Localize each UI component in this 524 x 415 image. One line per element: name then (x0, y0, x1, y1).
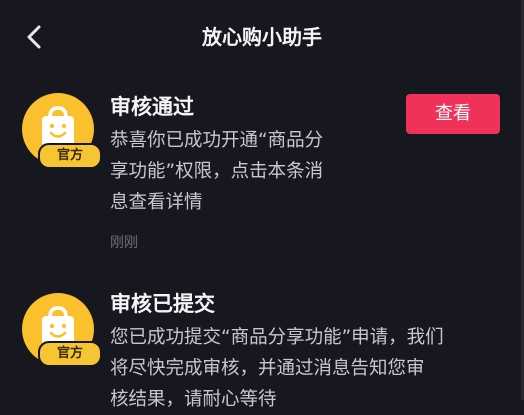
message-title: 审核已提交 (110, 292, 215, 316)
top-bar: 放心购小助手 (0, 0, 524, 76)
message-time: 刚刚 (110, 235, 138, 251)
official-badge: 官方 (38, 341, 102, 367)
message-body-line: 将尽快完成审核，并通过消息告知您审 (110, 358, 425, 379)
message-body-line: 您已成功提交“商品分享功能”申请，我们 (110, 327, 444, 348)
message-body-line: 恭喜你已成功开通“商品分 (110, 130, 324, 151)
message-body: 恭喜你已成功开通“商品分 享功能”权限，点击本条消 息查看详情 (110, 125, 323, 218)
page-title: 放心购小助手 (202, 25, 322, 49)
back-button[interactable] (20, 22, 50, 52)
message-body-line: 享功能”权限，点击本条消 (110, 161, 324, 182)
message-title: 审核通过 (110, 95, 194, 119)
official-badge: 官方 (38, 143, 102, 169)
view-button[interactable]: 查看 (406, 94, 500, 134)
message-body-line: 息查看详情 (110, 192, 203, 213)
chevron-left-icon (27, 25, 41, 49)
message-body: 您已成功提交“商品分享功能”申请，我们 将尽快完成审核，并通过消息告知您审 核结… (110, 322, 444, 415)
